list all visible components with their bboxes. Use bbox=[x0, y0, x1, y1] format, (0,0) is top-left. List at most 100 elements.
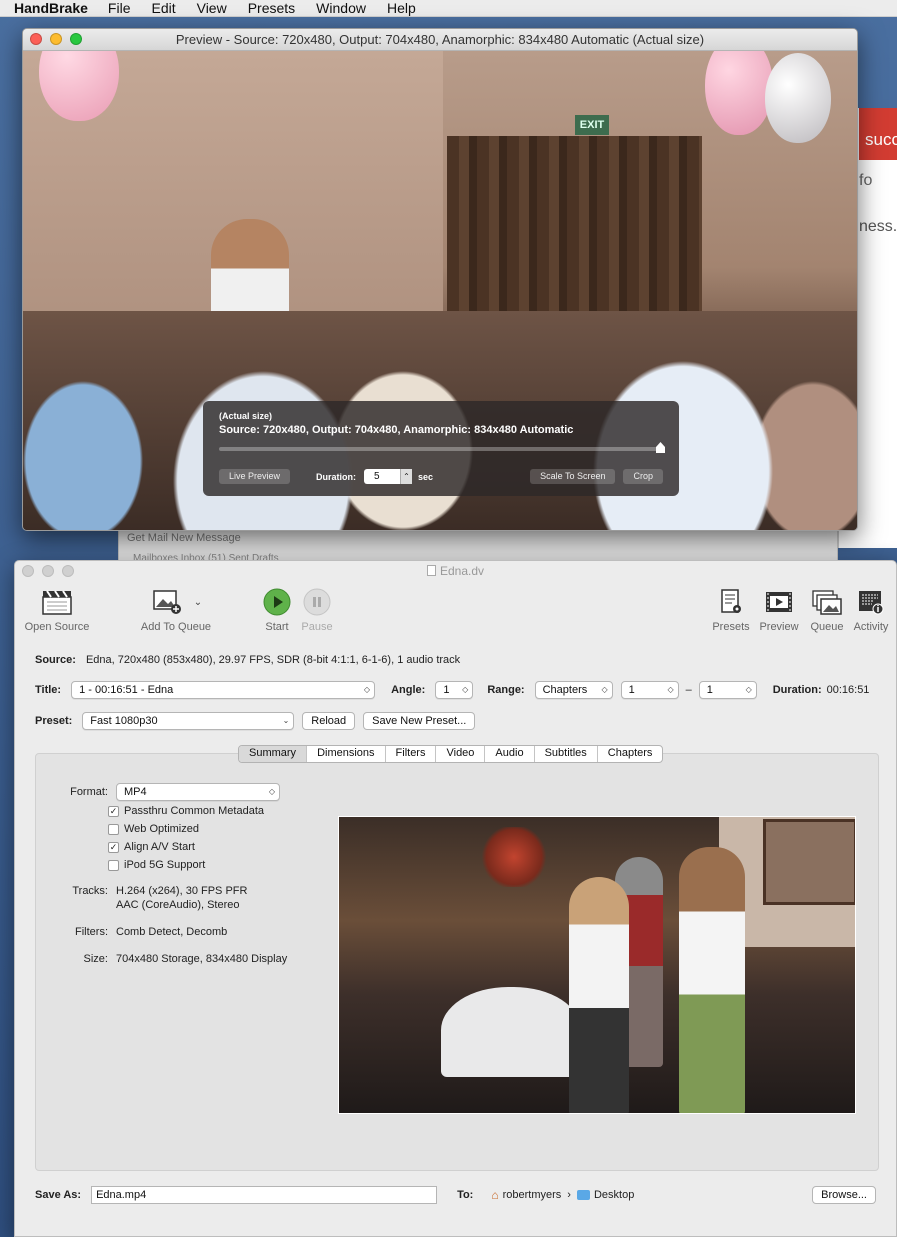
duration-label: Duration: bbox=[772, 684, 822, 696]
range-start-select[interactable]: 1 ◇ bbox=[620, 681, 679, 699]
updown-arrows-icon: ◇ bbox=[745, 685, 752, 694]
presets-button[interactable]: Presets bbox=[709, 586, 753, 633]
tracks-row: Tracks: H.264 (x264), 30 FPS PFR AAC (Co… bbox=[36, 885, 247, 911]
stepper-arrows-icon[interactable]: ⌃ bbox=[400, 469, 413, 484]
angle-label: Angle: bbox=[391, 684, 426, 696]
menu-help[interactable]: Help bbox=[387, 0, 416, 16]
menu-edit[interactable]: Edit bbox=[151, 0, 175, 16]
size-label: Size: bbox=[83, 953, 108, 965]
updown-arrows-icon: ◇ bbox=[268, 787, 275, 796]
zoom-icon[interactable] bbox=[62, 565, 74, 577]
preview-video-frame[interactable]: EXIT (Actual size) Source: 720x480, Outp… bbox=[23, 51, 857, 530]
app-menu[interactable]: HandBrake bbox=[14, 0, 88, 16]
thumb-person bbox=[679, 847, 745, 1113]
path-dest-folder[interactable]: Desktop bbox=[594, 1189, 634, 1201]
updown-arrows-icon: ◇ bbox=[363, 685, 371, 694]
presets-icon bbox=[709, 586, 753, 618]
start-button[interactable]: Start bbox=[259, 586, 295, 633]
hud-controls: Live Preview Duration: 5 ⌃ sec Scale To … bbox=[219, 469, 663, 484]
updown-arrows-icon: ◇ bbox=[601, 685, 608, 694]
range-type-select[interactable]: Chapters ◇ bbox=[534, 681, 613, 699]
format-row: Format: MP4 ◇ bbox=[36, 783, 280, 801]
tab-subtitles[interactable]: Subtitles bbox=[533, 746, 597, 762]
thumb-person bbox=[569, 877, 629, 1113]
thumb-mirror bbox=[763, 819, 855, 905]
updown-arrows-icon: ◇ bbox=[667, 685, 674, 694]
angle-select[interactable]: 1 ◇ bbox=[435, 681, 474, 699]
minimize-icon[interactable] bbox=[42, 565, 54, 577]
scale-to-screen-button[interactable]: Scale To Screen bbox=[530, 469, 616, 484]
main-window: Edna.dv Open Source ⌄ Add To Queue Start bbox=[14, 560, 897, 1237]
chevron-down-icon[interactable]: ⌄ bbox=[194, 597, 202, 608]
browse-button[interactable]: Browse... bbox=[812, 1186, 876, 1204]
home-icon: ⌂ bbox=[491, 1188, 499, 1202]
tab-chapters[interactable]: Chapters bbox=[596, 746, 663, 762]
filters-label: Filters: bbox=[75, 926, 108, 938]
background-mail-window[interactable]: Get Mail New Message Mailboxes Inbox (51… bbox=[118, 528, 838, 564]
menu-window[interactable]: Window bbox=[316, 0, 366, 16]
destination-path[interactable]: ⌂ robertmyers › Desktop bbox=[491, 1188, 634, 1202]
duration-label: Duration: bbox=[316, 471, 357, 482]
film-icon bbox=[757, 586, 801, 618]
tab-dimensions[interactable]: Dimensions bbox=[306, 746, 384, 762]
main-window-title: Edna.dv bbox=[439, 564, 485, 578]
checkbox-icon[interactable]: ✓ bbox=[108, 841, 119, 853]
preview-button[interactable]: Preview bbox=[757, 586, 801, 633]
save-new-preset-button[interactable]: Save New Preset... bbox=[363, 712, 476, 730]
preview-titlebar: Preview - Source: 720x480, Output: 704x4… bbox=[23, 29, 857, 51]
path-user-folder[interactable]: robertmyers bbox=[503, 1189, 562, 1201]
close-icon[interactable] bbox=[22, 565, 34, 577]
document-icon bbox=[426, 565, 436, 576]
minimize-icon[interactable] bbox=[50, 33, 62, 45]
filters-row: Filters: Comb Detect, Decomb bbox=[36, 926, 227, 938]
queue-photos-icon bbox=[805, 586, 849, 618]
close-icon[interactable] bbox=[30, 33, 42, 45]
pause-icon bbox=[299, 586, 335, 618]
tracks-value: H.264 (x264), 30 FPS PFR AAC (CoreAudio)… bbox=[116, 885, 248, 911]
queue-button[interactable]: Queue bbox=[805, 586, 849, 633]
checkbox-passthru-metadata[interactable]: ✓ Passthru Common Metadata bbox=[108, 805, 264, 817]
range-end-select[interactable]: 1 ◇ bbox=[698, 681, 757, 699]
title-select[interactable]: 1 - 00:16:51 - Edna ◇ bbox=[71, 681, 376, 699]
checkbox-web-optimized[interactable]: Web Optimized bbox=[108, 823, 199, 835]
tab-summary[interactable]: Summary bbox=[239, 746, 307, 762]
menu-file[interactable]: File bbox=[108, 0, 131, 16]
reload-button[interactable]: Reload bbox=[302, 712, 356, 730]
menu-presets[interactable]: Presets bbox=[248, 0, 295, 16]
window-controls bbox=[22, 565, 74, 577]
add-to-queue-button[interactable]: ⌄ Add To Queue bbox=[137, 586, 215, 633]
crop-button[interactable]: Crop bbox=[623, 469, 663, 484]
tab-filters[interactable]: Filters bbox=[384, 746, 436, 762]
scene-balloon bbox=[765, 53, 831, 143]
activity-button[interactable]: Activity bbox=[849, 586, 893, 633]
preview-thumbnail[interactable] bbox=[338, 816, 856, 1114]
tab-audio[interactable]: Audio bbox=[484, 746, 533, 762]
checkbox-align-av-start[interactable]: ✓ Align A/V Start bbox=[108, 841, 195, 853]
preset-row: Preset: Fast 1080p30 ⌄ Reload Save New P… bbox=[35, 712, 876, 730]
zoom-icon[interactable] bbox=[70, 33, 82, 45]
checkbox-icon[interactable] bbox=[108, 859, 119, 871]
tab-video[interactable]: Video bbox=[435, 746, 484, 762]
checkbox-ipod-5g[interactable]: iPod 5G Support bbox=[108, 859, 205, 871]
preset-select[interactable]: Fast 1080p30 ⌄ bbox=[82, 712, 295, 730]
scene-exit-sign: EXIT bbox=[575, 115, 609, 135]
format-select[interactable]: MP4 ◇ bbox=[116, 783, 280, 801]
hud-position-slider[interactable] bbox=[219, 442, 665, 453]
open-source-button[interactable]: Open Source bbox=[21, 586, 93, 633]
slider-knob[interactable] bbox=[656, 442, 665, 453]
thumb-table bbox=[441, 987, 581, 1077]
play-icon bbox=[259, 586, 295, 618]
duration-stepper[interactable]: 5 ⌃ bbox=[364, 469, 413, 484]
checkbox-icon[interactable] bbox=[108, 823, 119, 835]
menu-view[interactable]: View bbox=[197, 0, 227, 16]
pause-button[interactable]: Pause bbox=[299, 586, 335, 633]
chevron-down-icon: ⌄ bbox=[282, 716, 290, 725]
updown-arrows-icon: ◇ bbox=[462, 685, 469, 694]
save-as-input[interactable]: Edna.mp4 bbox=[91, 1186, 438, 1204]
scene-balloon bbox=[705, 51, 773, 135]
menu-bar: HandBrake File Edit View Presets Window … bbox=[0, 0, 897, 17]
checkbox-icon[interactable]: ✓ bbox=[108, 805, 119, 817]
window-controls bbox=[30, 33, 82, 45]
live-preview-button[interactable]: Live Preview bbox=[219, 469, 291, 484]
to-label: To: bbox=[457, 1189, 474, 1201]
